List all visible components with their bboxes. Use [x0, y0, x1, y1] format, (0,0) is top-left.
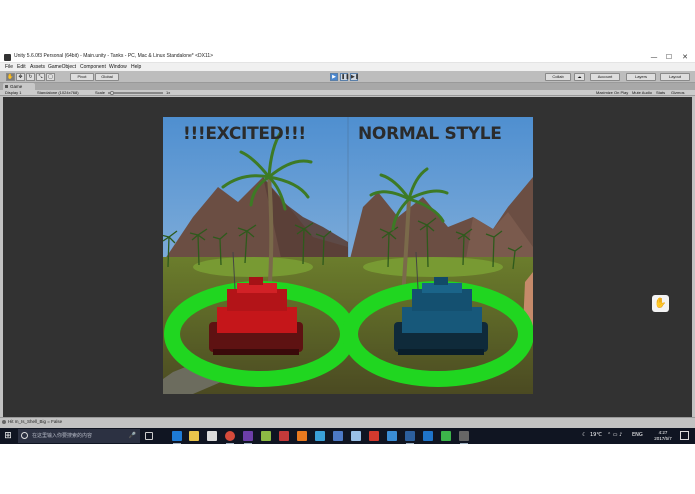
game-render[interactable]: !!!EXCITED!!! NORMAL STYLE	[163, 117, 533, 394]
menu-file[interactable]: File	[5, 64, 13, 70]
cloud-icon[interactable]: ☁	[574, 73, 585, 81]
step-icon[interactable]: ▶❚	[350, 73, 359, 81]
notification-icon[interactable]	[680, 431, 689, 440]
tray-icons[interactable]: ⌃ ▭ ♪	[607, 432, 622, 438]
microphone-icon[interactable]: 🎤	[129, 432, 136, 439]
collab-dropdown[interactable]: Collab	[545, 73, 571, 81]
play-icon[interactable]: ▶	[330, 73, 338, 81]
scale-slider-track[interactable]	[108, 92, 163, 94]
layout-dropdown[interactable]: Layout	[660, 73, 690, 81]
tab-game[interactable]: Game	[3, 83, 35, 90]
game-viewport[interactable]: !!!EXCITED!!! NORMAL STYLE ✋	[3, 97, 692, 417]
move-tool-icon[interactable]: ✥	[16, 73, 25, 81]
pivot-toggle[interactable]: Pivot	[70, 73, 94, 81]
menu-assets[interactable]: Assets	[30, 64, 45, 70]
rotate-tool-icon[interactable]: ↻	[26, 73, 35, 81]
app-icon-2[interactable]	[279, 431, 289, 441]
visual-studio-icon[interactable]	[243, 431, 253, 444]
rect-tool-icon[interactable]: ▢	[46, 73, 55, 81]
menu-help[interactable]: Help	[131, 64, 141, 70]
app-icon-5[interactable]	[333, 431, 343, 441]
app-icon-9[interactable]	[405, 431, 415, 444]
store-icon[interactable]	[207, 431, 217, 441]
main-toolbar: ✋ ✥ ↻ ⤡ ▢ Pivot Global ▶ ❚❚ ▶❚ Collab ☁ …	[0, 71, 695, 83]
caption-normal-style: NORMAL STYLE	[358, 124, 502, 144]
account-dropdown[interactable]: Account	[590, 73, 620, 81]
layers-dropdown[interactable]: Layers	[626, 73, 656, 81]
caption-excited: !!!EXCITED!!!	[183, 124, 306, 144]
screenshot-frame: Unity 5.6.0f3 Personal (64bit) - Main.un…	[0, 52, 695, 444]
maximize-on-play-toggle[interactable]: Maximize On Play	[596, 90, 628, 96]
file-explorer-icon[interactable]	[189, 431, 199, 441]
taskbar-search[interactable]: 在这里输入你要搜索的内容 🎤	[18, 429, 140, 443]
scale-tool-icon[interactable]: ⤡	[36, 73, 45, 81]
gizmos-dropdown[interactable]: Gizmos	[671, 90, 685, 96]
app-icon-4[interactable]	[315, 431, 325, 441]
global-toggle[interactable]: Global	[95, 73, 119, 81]
minimize-button[interactable]: —	[646, 52, 662, 63]
close-button[interactable]: ✕	[677, 52, 693, 63]
app-icon-6[interactable]	[351, 431, 361, 441]
game-view-toolbar: Display 1 Standalone (1024x768) Scale 1x…	[0, 90, 695, 96]
clock[interactable]: 4:27 2017/5/7	[651, 430, 675, 442]
console-log-icon	[2, 420, 6, 424]
hand-cursor-icon[interactable]: ✋	[652, 295, 669, 312]
search-icon	[21, 432, 28, 439]
unity-taskbar-icon[interactable]	[459, 431, 469, 444]
search-placeholder: 在这里输入你要搜索的内容	[32, 433, 93, 439]
menu-component[interactable]: Component	[80, 64, 106, 70]
unity-logo-icon	[4, 54, 11, 61]
scale-label: Scale	[95, 90, 106, 95]
game-tab-icon	[5, 85, 8, 88]
grass-patch-right	[363, 257, 503, 277]
app-icon-8[interactable]	[387, 431, 397, 441]
status-message[interactable]: Hit m_Is_Shell_Big = False	[8, 419, 62, 424]
app-icon-11[interactable]	[441, 431, 451, 441]
temperature[interactable]: 19℃	[590, 432, 602, 438]
menu-bar: File Edit Assets GameObject Component Wi…	[0, 63, 695, 71]
status-bar: Hit m_Is_Shell_Big = False	[0, 417, 695, 425]
resolution-dropdown[interactable]: Standalone (1024x768)	[37, 90, 79, 96]
hand-tool-icon[interactable]: ✋	[6, 73, 15, 81]
tab-game-label: Game	[10, 84, 23, 89]
window-title: Unity 5.6.0f3 Personal (64bit) - Main.un…	[14, 53, 214, 59]
mute-audio-toggle[interactable]: Mute Audio	[632, 90, 652, 96]
windows-taskbar: ⊞ 在这里输入你要搜索的内容 🎤 ☾ 19℃ ⌃ ▭ ♪ ENG 4:27 20…	[0, 428, 695, 444]
menu-edit[interactable]: Edit	[17, 64, 26, 70]
pause-icon[interactable]: ❚❚	[340, 73, 349, 81]
scale-value: 1x	[166, 90, 171, 95]
app-icon-10[interactable]	[423, 431, 433, 441]
ime-indicator[interactable]: ENG	[632, 432, 643, 438]
tab-row: Game	[0, 83, 695, 90]
app-icon-1[interactable]	[261, 431, 271, 441]
task-view-icon[interactable]	[145, 432, 153, 440]
maximize-button[interactable]: ☐	[661, 52, 677, 63]
title-bar: Unity 5.6.0f3 Personal (64bit) - Main.un…	[0, 52, 695, 63]
clock-date: 2017/5/7	[654, 436, 672, 441]
windows-start-icon[interactable]: ⊞	[3, 431, 13, 441]
app-icon-3[interactable]	[297, 431, 307, 441]
menu-gameobject[interactable]: GameObject	[48, 64, 76, 70]
app-icon-7[interactable]	[369, 431, 379, 441]
edge-icon[interactable]	[172, 431, 182, 444]
display-dropdown[interactable]: Display 1	[5, 90, 21, 96]
chrome-icon[interactable]	[225, 431, 235, 444]
weather-icon[interactable]: ☾	[582, 432, 586, 438]
menu-window[interactable]: Window	[109, 64, 127, 70]
grass-patch-left	[193, 257, 313, 277]
scale-slider-knob[interactable]	[110, 91, 114, 95]
stats-toggle[interactable]: Stats	[656, 90, 665, 96]
game-scene	[163, 117, 533, 394]
